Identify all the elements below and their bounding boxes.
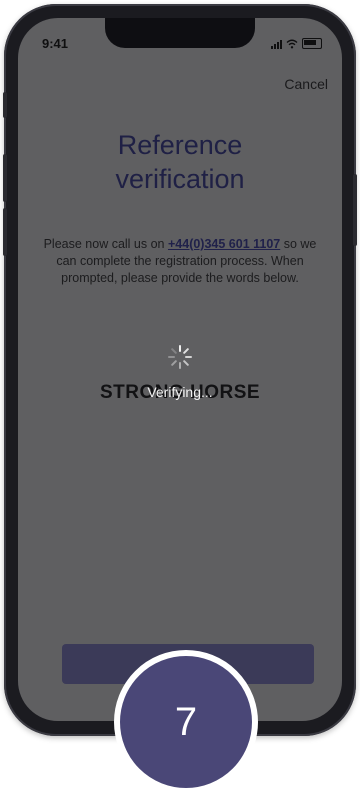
instructions-text: Please now call us on +44(0)345 601 1107… (36, 236, 324, 287)
wifi-icon (286, 39, 298, 48)
instructions-prefix: Please now call us on (43, 237, 168, 251)
loading-overlay: Verifying... (18, 18, 342, 721)
phone-screen: 9:41 Cancel Reference verification Pleas… (18, 18, 342, 721)
cancel-button[interactable]: Cancel (284, 76, 328, 92)
volume-down-button (3, 208, 7, 256)
step-number: 7 (174, 699, 198, 744)
status-time: 9:41 (42, 36, 69, 51)
spinner-icon (168, 345, 192, 369)
silent-switch (3, 92, 7, 118)
step-number-badge: 7 (114, 650, 258, 794)
title-line-1: Reference (117, 130, 243, 160)
verification-words: STRONG HORSE (99, 382, 261, 403)
title-line-2: verification (115, 164, 245, 194)
battery-icon (302, 38, 322, 49)
power-button (353, 174, 357, 246)
phone-number-link[interactable]: +44(0)345 601 1107 (168, 237, 280, 251)
phone-frame: 9:41 Cancel Reference verification Pleas… (3, 4, 357, 736)
status-icons (271, 38, 322, 49)
volume-up-button (3, 154, 7, 202)
signal-icon (271, 39, 282, 49)
notch (105, 18, 255, 48)
page-title: Reference verification (18, 128, 342, 196)
